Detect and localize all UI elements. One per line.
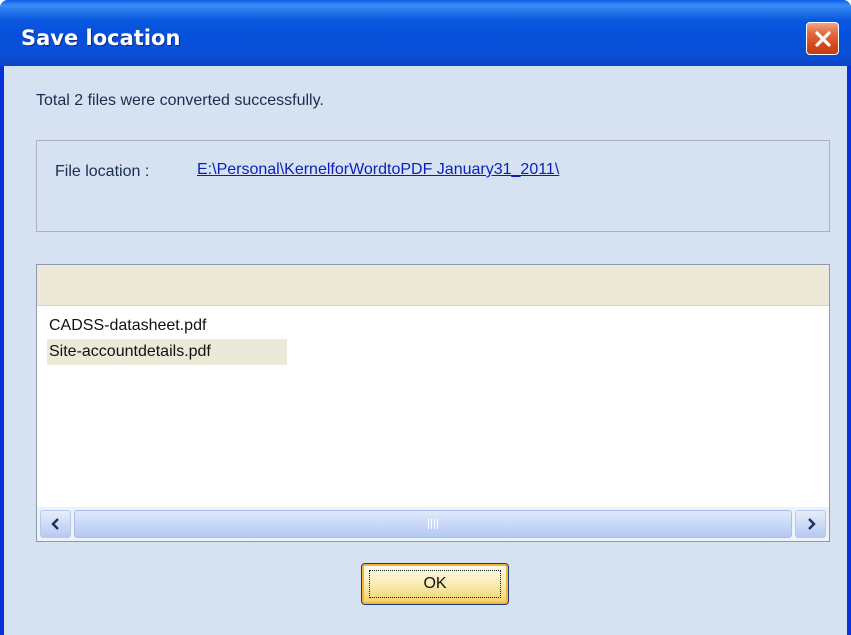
chevron-left-icon (50, 518, 59, 530)
scroll-right-button[interactable] (795, 510, 826, 538)
ok-button-label: OK (369, 570, 501, 598)
close-button[interactable] (806, 22, 839, 55)
file-location-panel: File location : E:\Personal\KernelforWor… (36, 140, 830, 232)
scrollbar-thumb[interactable] (74, 510, 792, 538)
list-item-selected[interactable]: Site-accountdetails.pdf (47, 339, 287, 365)
title-bar[interactable]: Save location (0, 0, 851, 66)
scroll-left-button[interactable] (40, 510, 71, 538)
list-items: CADSS-datasheet.pdf Site-accountdetails.… (47, 313, 287, 365)
dialog-title: Save location (21, 26, 181, 50)
grip-icon (428, 519, 438, 529)
file-location-link[interactable]: E:\Personal\KernelforWordtoPDF January31… (197, 161, 559, 179)
chevron-right-icon (807, 518, 816, 530)
list-header (37, 265, 829, 306)
dialog-body: Total 2 files were converted successfull… (4, 66, 847, 635)
converted-files-list: CADSS-datasheet.pdf Site-accountdetails.… (36, 264, 830, 542)
ok-button[interactable]: OK (361, 563, 509, 605)
horizontal-scrollbar[interactable] (37, 507, 829, 541)
save-location-dialog: Save location Total 2 files were convert… (0, 0, 851, 635)
conversion-status-text: Total 2 files were converted successfull… (36, 92, 324, 109)
list-item[interactable]: CADSS-datasheet.pdf (47, 313, 218, 339)
file-location-label: File location : (55, 163, 150, 180)
close-icon (814, 30, 831, 47)
